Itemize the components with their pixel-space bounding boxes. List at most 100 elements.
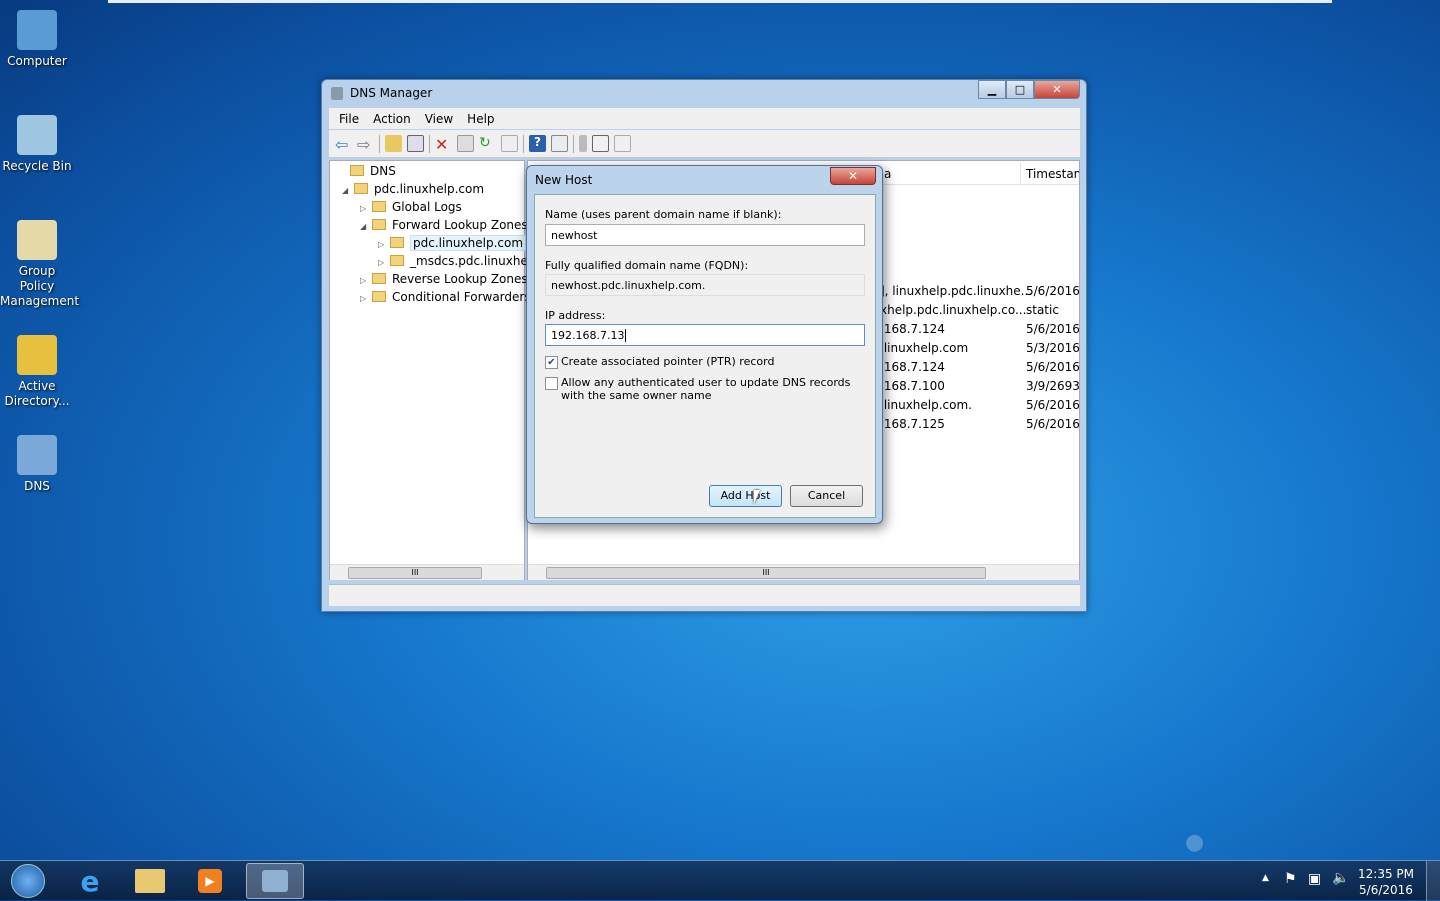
- expand-arrow-icon[interactable]: ▷: [360, 294, 372, 303]
- tree-node-label: _msdcs.pdc.linuxhelp: [410, 254, 539, 268]
- taskbar-dns-manager[interactable]: [246, 863, 304, 899]
- volume-icon[interactable]: 🔈: [1332, 870, 1349, 886]
- dns-app-icon: [331, 87, 343, 100]
- back-icon[interactable]: ⇦: [335, 135, 352, 154]
- tree-node-label: Reverse Lookup Zones: [392, 272, 528, 286]
- cell-timestamp: static: [1026, 303, 1059, 317]
- media-player-icon: ▶: [198, 869, 222, 893]
- desktop-icon-label: Group Policy Management: [0, 264, 80, 308]
- tree-node[interactable]: ◢ pdc.linuxhelp.com: [342, 182, 484, 196]
- cell-timestamp: 5/6/2016 1: [1026, 284, 1080, 298]
- cell-data: ], linuxhelp.pdc.linuxhe...: [880, 284, 1033, 298]
- cancel-button[interactable]: Cancel: [790, 485, 863, 507]
- properties-icon[interactable]: [457, 135, 474, 152]
- folder-icon: [350, 165, 364, 176]
- watermark-logo: ●: [1185, 830, 1205, 855]
- collapse-arrow-icon[interactable]: ◢: [342, 186, 354, 195]
- network-icon[interactable]: ▣: [1308, 871, 1321, 887]
- desktop-icon-active-directory[interactable]: Active Directory...: [0, 335, 74, 409]
- copy-icon[interactable]: [614, 135, 631, 152]
- desktop-icon-label: DNS: [24, 479, 50, 493]
- ptr-checkbox[interactable]: ✔: [545, 356, 558, 369]
- column-header-timestamp[interactable]: Timestam: [1026, 167, 1079, 181]
- toolbar: ⇦ ⇨ ✕ ↻ ?: [329, 130, 1080, 158]
- minimize-button[interactable]: ▁: [978, 80, 1006, 99]
- desktop-icon-dns[interactable]: DNS: [0, 435, 74, 494]
- expand-arrow-icon[interactable]: ▷: [360, 204, 372, 213]
- dialog-close-button[interactable]: ✕: [830, 167, 876, 185]
- desktop-icon-computer[interactable]: Computer: [0, 10, 74, 69]
- name-input[interactable]: newhost: [545, 224, 865, 246]
- menu-help[interactable]: Help: [467, 112, 494, 126]
- show-hide-tree-icon[interactable]: [407, 135, 424, 152]
- expand-arrow-icon[interactable]: ▷: [360, 276, 372, 285]
- folder-icon: [372, 273, 386, 284]
- cell-data: xhelp.pdc.linuxhelp.co...: [880, 303, 1027, 317]
- ptr-label: Create associated pointer (PTR) record: [561, 355, 775, 368]
- show-desktop-button[interactable]: [1426, 861, 1440, 901]
- tree-node[interactable]: ▷ _msdcs.pdc.linuxhelp: [378, 254, 539, 268]
- ie-icon: e: [80, 864, 100, 898]
- up-folder-icon[interactable]: [385, 135, 402, 152]
- tree-node[interactable]: DNS: [338, 164, 396, 178]
- expand-arrow-icon[interactable]: ▷: [378, 240, 390, 249]
- active-directory-icon: [17, 335, 57, 375]
- tree-node-label: pdc.linuxhelp.com: [374, 182, 485, 196]
- folder-icon: [390, 255, 404, 266]
- server-icon[interactable]: [579, 135, 587, 152]
- tree-node-label: Global Logs: [392, 200, 462, 214]
- cell-timestamp: 3/9/26936: [1026, 379, 1080, 393]
- menu-file[interactable]: File: [339, 112, 359, 126]
- fqdn-label: Fully qualified domain name (FQDN):: [545, 259, 749, 272]
- dns-icon: [262, 870, 288, 892]
- desktop-icon-recycle-bin[interactable]: Recycle Bin: [0, 115, 74, 174]
- desktop-icon-group-policy[interactable]: Group Policy Management: [0, 220, 79, 309]
- cell-timestamp: 5/6/2016 1: [1026, 417, 1080, 431]
- maximize-button[interactable]: □: [1006, 80, 1034, 99]
- top-edge-bar: [108, 0, 1332, 3]
- forward-icon[interactable]: ⇨: [357, 135, 374, 154]
- folder-icon: [135, 869, 165, 893]
- collapse-arrow-icon[interactable]: ◢: [360, 222, 372, 231]
- tree-node[interactable]: ◢ Forward Lookup Zones: [360, 218, 528, 232]
- folder-icon: [354, 183, 368, 194]
- tree-node[interactable]: ▷ Conditional Forwarders: [360, 290, 531, 304]
- ip-label: IP address:: [545, 309, 606, 322]
- taskbar-media-player[interactable]: ▶: [182, 863, 238, 899]
- results-horizontal-scrollbar[interactable]: III: [528, 564, 1079, 580]
- cell-timestamp: 5/3/2016 6: [1026, 341, 1080, 355]
- folder-icon: [372, 201, 386, 212]
- allow-update-checkbox[interactable]: [545, 377, 558, 390]
- start-button[interactable]: [0, 863, 56, 899]
- cell-timestamp: 5/6/2016 1: [1026, 398, 1080, 412]
- ip-address-input[interactable]: 192.168.7.13: [545, 324, 865, 346]
- close-button[interactable]: ✕: [1034, 80, 1080, 99]
- action-pane-icon[interactable]: [551, 135, 568, 152]
- status-bar: [329, 584, 1080, 606]
- cell-data: .168.7.125: [880, 417, 945, 431]
- menu-action[interactable]: Action: [373, 112, 411, 126]
- tree-node[interactable]: ▷ pdc.linuxhelp.com: [378, 235, 527, 251]
- tree-node[interactable]: ▷ Reverse Lookup Zones: [360, 272, 528, 286]
- name-label: Name (uses parent domain name if blank):: [545, 208, 782, 221]
- tree-node[interactable]: ▷ Global Logs: [360, 200, 462, 214]
- clock[interactable]: 12:35 PM 5/6/2016: [1358, 866, 1414, 898]
- refresh-icon[interactable]: ↻: [479, 135, 496, 152]
- export-icon[interactable]: [501, 135, 518, 152]
- menu-view[interactable]: View: [425, 112, 453, 126]
- tree-horizontal-scrollbar[interactable]: III: [330, 564, 524, 580]
- taskbar-file-explorer[interactable]: [122, 863, 178, 899]
- cell-timestamp: 5/6/2016 1: [1026, 322, 1080, 336]
- delete-icon[interactable]: ✕: [435, 135, 452, 154]
- add-host-button[interactable]: Add Host: [709, 485, 782, 507]
- tree-node-label: pdc.linuxhelp.com: [410, 235, 527, 251]
- show-hidden-icons[interactable]: ▲: [1262, 873, 1269, 883]
- expand-arrow-icon[interactable]: ▷: [378, 258, 390, 267]
- cell-data: .linuxhelp.com: [880, 341, 969, 355]
- dns-icon: [17, 435, 57, 475]
- help-icon[interactable]: ?: [529, 135, 546, 152]
- column-header-data[interactable]: a: [884, 167, 891, 181]
- list-icon[interactable]: [592, 135, 609, 152]
- taskbar-internet-explorer[interactable]: e: [62, 863, 118, 899]
- action-center-icon[interactable]: ⚑: [1284, 871, 1297, 887]
